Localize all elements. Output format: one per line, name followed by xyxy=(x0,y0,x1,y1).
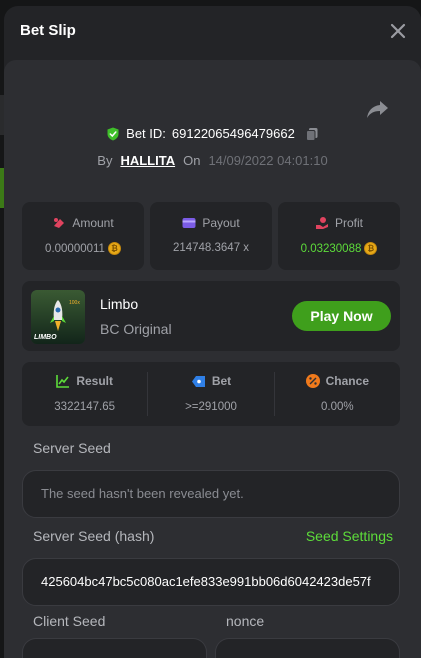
amount-label: Amount xyxy=(72,216,114,230)
amount-icon xyxy=(54,218,65,228)
bet-label: Bet xyxy=(211,374,232,388)
server-seed-hash-value: 425604bc47bc5c080ac1efe833e991bb06d60424… xyxy=(41,574,371,589)
client-seed-field[interactable] xyxy=(22,638,207,658)
coin-icon: ₿ xyxy=(107,242,121,255)
game-name: Limbo xyxy=(100,296,139,312)
bet-slip-modal: Bet Slip Bet ID: 69122065496479662 By HA… xyxy=(4,6,421,658)
stat-payout: Payout 214748.3647 x xyxy=(150,202,272,270)
chance-label: Chance xyxy=(325,374,369,388)
nonce-field[interactable] xyxy=(215,638,400,658)
thumb-label: LIMBO xyxy=(34,334,57,341)
svg-text:100x: 100x xyxy=(69,300,80,306)
result-card: Result 3322147.65 Bet >=291000 Chance 0.… xyxy=(22,362,400,426)
bet-column: Bet >=291000 xyxy=(147,372,273,416)
chance-column: Chance 0.00% xyxy=(273,372,400,416)
server-seed-label: Server Seed xyxy=(33,440,111,456)
server-seed-hash-label: Server Seed (hash) xyxy=(33,528,155,544)
wallet-icon xyxy=(182,218,196,228)
server-seed-field[interactable]: The seed hasn't been revealed yet. xyxy=(22,470,400,518)
profit-value: 0.03230088 xyxy=(300,242,362,255)
by-label: By xyxy=(97,153,113,168)
bet-value: >=291000 xyxy=(185,401,237,413)
profit-label: Profit xyxy=(334,216,363,230)
nonce-label: nonce xyxy=(226,613,265,629)
result-column: Result 3322147.65 xyxy=(22,362,147,426)
share-icon[interactable] xyxy=(365,98,391,120)
bet-tag-icon xyxy=(191,375,205,387)
bet-slip-content: Bet ID: 69122065496479662 By HALLITA On … xyxy=(4,60,421,658)
bet-datetime: 14/09/2022 04:01:10 xyxy=(208,153,328,168)
stat-amount: Amount 0.00000011 ₿ xyxy=(22,202,144,270)
play-now-button[interactable]: Play Now xyxy=(292,301,391,331)
payout-value: 214748.3647 x xyxy=(172,242,250,254)
close-icon[interactable] xyxy=(387,20,409,42)
on-label: On xyxy=(183,153,201,168)
server-seed-value: The seed hasn't been revealed yet. xyxy=(41,486,244,501)
modal-title: Bet Slip xyxy=(20,22,76,39)
profit-hand-icon xyxy=(315,217,328,229)
result-label: Result xyxy=(76,374,113,388)
game-card: 100x LIMBO Limbo BC Original Play Now xyxy=(22,281,400,351)
amount-value: 0.00000011 xyxy=(45,242,105,255)
stat-profit: Profit 0.03230088 ₿ xyxy=(278,202,400,270)
chance-value: 0.00% xyxy=(321,401,354,413)
result-value: 3322147.65 xyxy=(54,401,116,413)
verified-shield-icon xyxy=(107,127,119,140)
bet-meta-row: By HALLITA On 14/09/2022 04:01:10 xyxy=(4,153,421,168)
bet-id-value: 69122065496479662 xyxy=(171,126,295,141)
game-provider: BC Original xyxy=(100,321,172,337)
seed-settings-link[interactable]: Seed Settings xyxy=(306,528,393,544)
copy-icon[interactable] xyxy=(305,127,319,141)
coin-icon: ₿ xyxy=(364,242,378,255)
modal-header: Bet Slip xyxy=(4,6,421,58)
server-seed-hash-field[interactable]: 425604bc47bc5c080ac1efe833e991bb06d60424… xyxy=(22,558,400,606)
payout-label: Payout xyxy=(202,216,240,230)
percent-icon xyxy=(305,374,320,388)
result-chart-icon xyxy=(56,375,70,388)
bet-id-label: Bet ID: xyxy=(126,126,166,141)
bet-stats: Amount 0.00000011 ₿ Payout 214748.3647 x xyxy=(22,202,400,270)
bet-id-row: Bet ID: 69122065496479662 xyxy=(4,126,421,141)
user-link[interactable]: HALLITA xyxy=(120,153,175,168)
client-seed-label: Client Seed xyxy=(33,613,106,629)
limbo-thumbnail: 100x LIMBO xyxy=(31,290,85,344)
